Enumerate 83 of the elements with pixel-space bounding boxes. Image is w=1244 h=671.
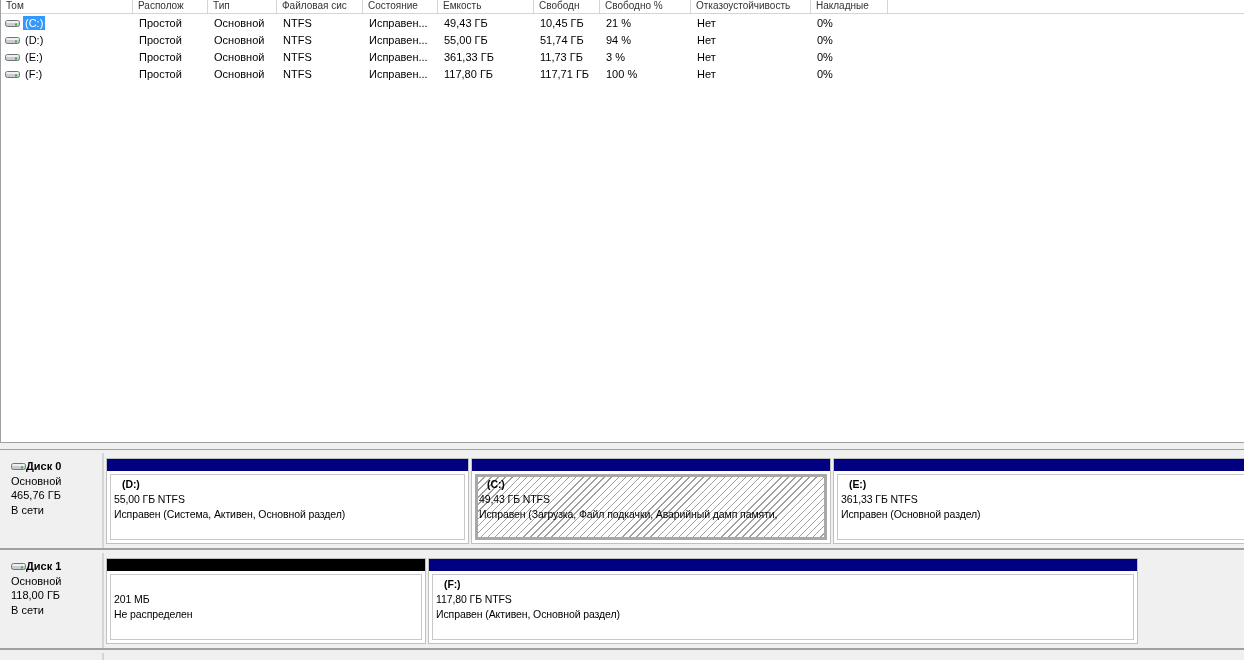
table-cell: 117,80 ГБ bbox=[444, 67, 494, 80]
partition-label: (F:) bbox=[443, 577, 462, 592]
disk-name: Диск 0 bbox=[26, 459, 62, 474]
table-cell: Нет bbox=[697, 16, 716, 29]
column-header[interactable]: Состояние bbox=[363, 0, 438, 13]
column-header[interactable]: Емкость bbox=[438, 0, 534, 13]
partition-label: (D:) bbox=[121, 477, 141, 492]
column-header[interactable]: Отказоустойчивость bbox=[691, 0, 811, 13]
drive-icon bbox=[11, 462, 26, 471]
volume-name[interactable]: (E:) bbox=[23, 49, 45, 64]
disk-size: 465,76 ГБ bbox=[11, 488, 62, 503]
drive-icon bbox=[11, 562, 26, 571]
table-cell: Исправен... bbox=[369, 67, 428, 80]
table-cell: Основной bbox=[214, 50, 265, 63]
drive-icon bbox=[5, 69, 20, 78]
table-cell: Простой bbox=[139, 50, 182, 63]
disk-size: 118,00 ГБ bbox=[11, 588, 62, 603]
table-cell: Исправен... bbox=[369, 16, 428, 29]
table-cell: Исправен... bbox=[369, 33, 428, 46]
partition-status: Исправен (Загрузка, Файл подкачки, Аварийный дамп памяти, bbox=[479, 507, 778, 522]
partition-status: Исправен (Система, Активен, Основной раздел) bbox=[114, 507, 346, 522]
table-cell: 0% bbox=[817, 67, 833, 80]
table-cell: 94 % bbox=[606, 33, 632, 46]
table-cell: Нет bbox=[697, 50, 716, 63]
partition-label: (C:) bbox=[486, 477, 506, 492]
column-header[interactable]: Свободно % bbox=[600, 0, 691, 13]
partition-size: 49,43 ГБ NTFS bbox=[479, 492, 551, 507]
table-cell: Нет bbox=[697, 67, 716, 80]
table-cell: NTFS bbox=[283, 50, 312, 63]
table-cell: Простой bbox=[139, 33, 182, 46]
table-cell: 361,33 ГБ bbox=[444, 50, 494, 63]
partition-status: Исправен (Основной раздел) bbox=[841, 507, 981, 522]
column-header[interactable]: Том bbox=[1, 0, 133, 13]
column-header[interactable]: Свободн bbox=[534, 0, 600, 13]
table-cell: NTFS bbox=[283, 67, 312, 80]
column-header[interactable]: Располож bbox=[133, 0, 208, 13]
table-cell: 0% bbox=[817, 50, 833, 63]
disk-type: Основной bbox=[11, 473, 63, 488]
table-cell: 11,73 ГБ bbox=[540, 50, 583, 63]
partition-size: 117,80 ГБ NTFS bbox=[436, 592, 513, 607]
table-cell: NTFS bbox=[283, 16, 312, 29]
table-cell: Простой bbox=[139, 16, 182, 29]
table-cell: Исправен... bbox=[369, 50, 428, 63]
partition-size: 361,33 ГБ NTFS bbox=[841, 492, 919, 507]
table-cell: Основной bbox=[214, 16, 265, 29]
column-header[interactable]: Тип bbox=[208, 0, 277, 13]
drive-icon bbox=[5, 18, 20, 27]
drive-icon bbox=[5, 35, 20, 44]
partition-block[interactable]: (C:) 49,43 ГБ NTFS Исправен (Загрузка, Файл подкачки, Аварийный дамп памяти, bbox=[471, 458, 831, 544]
disk-status: В сети bbox=[11, 502, 45, 517]
table-cell: 10,45 ГБ bbox=[540, 16, 584, 29]
disk-status: В сети bbox=[11, 602, 45, 617]
partition-label: (E:) bbox=[848, 477, 868, 492]
partition-block[interactable]: (F:) 117,80 ГБ NTFS Исправен (Активен, Основной раздел) bbox=[428, 558, 1138, 644]
column-header[interactable]: Файловая сис bbox=[277, 0, 363, 13]
table-cell: 21 % bbox=[606, 16, 632, 29]
partition-size: 201 МБ bbox=[114, 592, 151, 607]
column-header[interactable]: Накладные bbox=[811, 0, 888, 13]
drive-icon bbox=[5, 52, 20, 61]
disk-type: Основной bbox=[11, 573, 63, 588]
table-cell: Основной bbox=[214, 67, 265, 80]
table-cell: 100 % bbox=[606, 67, 638, 80]
partition-block[interactable]: 201 МБ Не распределен bbox=[106, 558, 426, 644]
table-cell: NTFS bbox=[283, 33, 312, 46]
splitter-bar[interactable] bbox=[0, 442, 1244, 450]
partition-size: 55,00 ГБ NTFS bbox=[114, 492, 186, 507]
partition-block[interactable]: (E:) 361,33 ГБ NTFS Исправен (Основной раздел) bbox=[833, 458, 1244, 544]
table-cell: 55,00 ГБ bbox=[444, 33, 488, 46]
partition-status: Исправен (Активен, Основной раздел) bbox=[436, 607, 620, 622]
table-cell: Простой bbox=[139, 67, 182, 80]
table-cell: 49,43 ГБ bbox=[444, 16, 488, 29]
table-cell: 0% bbox=[817, 33, 833, 46]
table-cell: 0% bbox=[817, 16, 833, 29]
table-cell: 51,74 ГБ bbox=[540, 33, 584, 46]
table-cell: 3 % bbox=[606, 50, 625, 63]
volume-name[interactable]: (D:) bbox=[23, 32, 46, 47]
table-cell: Нет bbox=[697, 33, 716, 46]
volume-name[interactable]: (F:) bbox=[23, 66, 45, 81]
partition-status: Не распределен bbox=[114, 607, 193, 622]
partition-block[interactable]: (D:) 55,00 ГБ NTFS Исправен (Система, Активен, Основной раздел) bbox=[106, 458, 469, 544]
table-cell: 117,71 ГБ bbox=[540, 67, 590, 80]
table-cell: Основной bbox=[214, 33, 265, 46]
disk-name: Диск 1 bbox=[26, 559, 62, 574]
